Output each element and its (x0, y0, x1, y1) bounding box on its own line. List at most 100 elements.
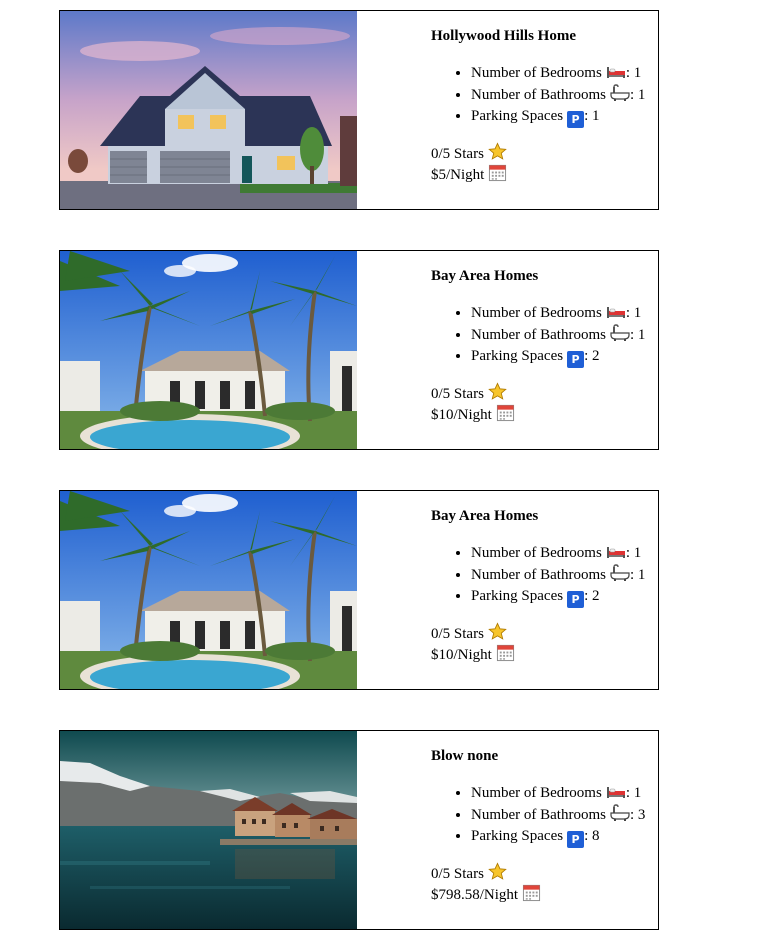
bed-icon (606, 544, 626, 560)
label-sep: : (625, 785, 634, 801)
parking-label: Parking Spaces (471, 588, 564, 604)
label-sep: : (629, 87, 638, 103)
parking-item: Parking SpacesP: 2 (471, 586, 645, 608)
price-text: $5/Night (431, 167, 485, 183)
parking-item: Parking SpacesP: 8 (471, 826, 645, 848)
palm-villa-pool-photo (60, 491, 357, 689)
calendar-icon (522, 883, 541, 902)
bathrooms-item: Number of Bathrooms: 1 (471, 324, 645, 346)
parking-label: Parking Spaces (471, 828, 564, 844)
price: $798.58/Night (431, 883, 541, 904)
label-sep: : (629, 807, 638, 823)
bathrooms-count: 1 (637, 327, 646, 343)
listing-title[interactable]: Hollywood Hills Home (431, 28, 576, 45)
parking-label: Parking Spaces (471, 348, 564, 364)
parking-icon: P (567, 351, 585, 368)
rating: 0/5 Stars (431, 142, 507, 163)
listing-title[interactable]: Blow none (431, 748, 498, 765)
bathtub-icon (610, 804, 630, 822)
bedrooms-count: 1 (633, 65, 642, 81)
parking-item: Parking SpacesP: 2 (471, 346, 645, 368)
bathrooms-label: Number of Bathrooms (471, 807, 606, 823)
label-sep: : (584, 108, 592, 124)
calendar-icon (488, 163, 507, 182)
bed-icon (606, 304, 626, 320)
star-icon (488, 622, 507, 641)
listing-photo[interactable] (60, 491, 357, 689)
parking-icon: P (567, 591, 585, 608)
listing-card[interactable]: Blow none Number of Bedrooms: 1 Number o… (59, 730, 659, 930)
feature-list: Number of Bedrooms: 1 Number of Bathroom… (431, 303, 645, 368)
bedrooms-label: Number of Bedrooms (471, 305, 602, 321)
label-sep: : (629, 327, 638, 343)
feature-list: Number of Bedrooms: 1 Number of Bathroom… (431, 783, 645, 848)
bedrooms-label: Number of Bedrooms (471, 785, 602, 801)
label-sep: : (629, 567, 638, 583)
parking-icon: P (567, 831, 585, 848)
rating: 0/5 Stars (431, 622, 507, 643)
suburban-house-photo (60, 11, 357, 209)
label-sep: : (584, 828, 592, 844)
bathtub-icon (610, 84, 630, 102)
listing-info: Blow none Number of Bedrooms: 1 Number o… (357, 731, 658, 929)
bedrooms-item: Number of Bedrooms: 1 (471, 543, 645, 564)
label-sep: : (625, 545, 634, 561)
calendar-icon (496, 643, 515, 662)
parking-count: 2 (592, 348, 600, 364)
bathrooms-count: 1 (637, 567, 646, 583)
listing-card[interactable]: Hollywood Hills Home Number of Bedrooms:… (59, 10, 659, 210)
bathrooms-item: Number of Bathrooms: 3 (471, 804, 645, 826)
bed-icon (606, 784, 626, 800)
feature-list: Number of Bedrooms: 1 Number of Bathroom… (431, 543, 645, 608)
feature-list: Number of Bedrooms: 1 Number of Bathroom… (431, 63, 645, 128)
listing-info: Bay Area Homes Number of Bedrooms: 1 Num… (357, 491, 658, 689)
bathrooms-count: 1 (637, 87, 646, 103)
rating: 0/5 Stars (431, 382, 507, 403)
bathrooms-count: 3 (637, 807, 646, 823)
bedrooms-label: Number of Bedrooms (471, 65, 602, 81)
calendar-icon (496, 403, 515, 422)
bedrooms-count: 1 (633, 305, 642, 321)
listing-title[interactable]: Bay Area Homes (431, 508, 538, 525)
rating-text: 0/5 Stars (431, 866, 484, 882)
price: $10/Night (431, 643, 515, 664)
bedrooms-count: 1 (633, 785, 642, 801)
price: $5/Night (431, 163, 507, 184)
parking-item: Parking SpacesP: 1 (471, 106, 645, 128)
listing-photo[interactable] (60, 11, 357, 209)
lake-mountain-village-photo (60, 731, 357, 929)
bathrooms-item: Number of Bathrooms: 1 (471, 564, 645, 586)
bathrooms-label: Number of Bathrooms (471, 327, 606, 343)
listing-photo[interactable] (60, 731, 357, 929)
parking-label: Parking Spaces (471, 108, 564, 124)
bedrooms-item: Number of Bedrooms: 1 (471, 303, 645, 324)
listing-info: Bay Area Homes Number of Bedrooms: 1 Num… (357, 251, 658, 449)
bedrooms-count: 1 (633, 545, 642, 561)
price-text: $798.58/Night (431, 887, 519, 903)
parking-count: 1 (592, 108, 600, 124)
bathtub-icon (610, 564, 630, 582)
star-icon (488, 142, 507, 161)
bathrooms-label: Number of Bathrooms (471, 87, 606, 103)
listing-info: Hollywood Hills Home Number of Bedrooms:… (357, 11, 658, 209)
bathtub-icon (610, 324, 630, 342)
listing-title[interactable]: Bay Area Homes (431, 268, 538, 285)
bedrooms-item: Number of Bedrooms: 1 (471, 783, 645, 804)
rating-text: 0/5 Stars (431, 146, 484, 162)
star-icon (488, 862, 507, 881)
bedrooms-label: Number of Bedrooms (471, 545, 602, 561)
price: $10/Night (431, 403, 515, 424)
rating-text: 0/5 Stars (431, 626, 484, 642)
parking-count: 2 (592, 588, 600, 604)
parking-icon: P (567, 111, 585, 128)
bathrooms-label: Number of Bathrooms (471, 567, 606, 583)
price-text: $10/Night (431, 407, 492, 423)
listing-photo[interactable] (60, 251, 357, 449)
parking-count: 8 (592, 828, 600, 844)
star-icon (488, 382, 507, 401)
listing-card[interactable]: Bay Area Homes Number of Bedrooms: 1 Num… (59, 490, 659, 690)
rating-text: 0/5 Stars (431, 386, 484, 402)
listing-card[interactable]: Bay Area Homes Number of Bedrooms: 1 Num… (59, 250, 659, 450)
label-sep: : (584, 348, 592, 364)
label-sep: : (625, 65, 634, 81)
